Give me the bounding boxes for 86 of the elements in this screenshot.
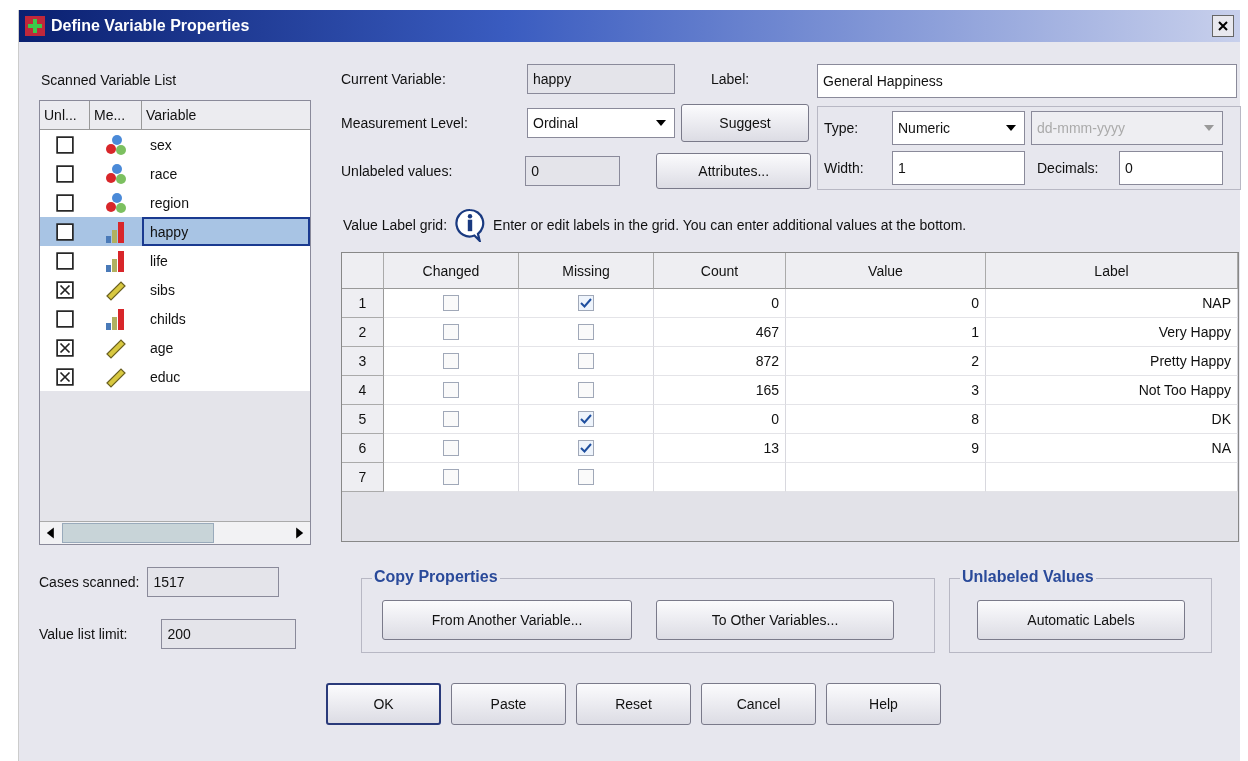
row-number: 5	[342, 405, 384, 434]
field-label: Unlabeled values:	[341, 163, 454, 179]
copy-button[interactable]: From Another Variable...	[382, 599, 632, 640]
balls-icon	[105, 133, 127, 156]
checkbox[interactable]	[578, 324, 594, 340]
row-number: 4	[342, 376, 384, 405]
info-icon	[455, 208, 486, 242]
row-number: 3	[342, 347, 384, 376]
field-label: Measurement Level:	[341, 115, 469, 131]
checkbox[interactable]	[578, 295, 594, 311]
cases-scanned-field[interactable]: 1517	[147, 567, 280, 597]
app-icon	[25, 16, 45, 36]
hint-text: Enter or edit labels in the grid. You can enter additional values at the bottom.	[493, 217, 967, 233]
list-title: Scanned Variable List	[41, 72, 178, 88]
window-title: Define Variable Properties	[51, 17, 250, 35]
unlabeled-values-field[interactable]: 0	[525, 156, 621, 186]
checkbox[interactable]	[56, 251, 74, 270]
caret-icon	[656, 120, 666, 126]
dialog-button[interactable]: Help	[826, 683, 941, 725]
checkbox[interactable]	[443, 353, 459, 369]
bar-chart-icon	[105, 307, 127, 330]
decimals-field[interactable]: 0	[1119, 151, 1223, 185]
checkbox[interactable]	[56, 338, 74, 357]
column-header: Count	[654, 253, 786, 289]
dialog-button[interactable]: Cancel	[701, 683, 816, 725]
checkbox[interactable]	[443, 382, 459, 398]
variable-item[interactable]: happy	[142, 217, 310, 246]
field-label: Width:	[824, 160, 865, 176]
checkbox[interactable]	[56, 222, 74, 241]
field-label: Value list limit:	[39, 626, 128, 642]
field-label: Decimals:	[1037, 160, 1100, 176]
checkbox[interactable]	[56, 193, 74, 212]
caret-icon	[1204, 125, 1214, 131]
dialog-button[interactable]: OK	[326, 683, 441, 725]
column-header: Label	[986, 253, 1238, 289]
checkbox[interactable]	[578, 469, 594, 485]
checkbox[interactable]	[578, 382, 594, 398]
balls-icon	[105, 162, 127, 185]
column-header[interactable]: Variable	[142, 101, 310, 129]
balls-icon	[105, 191, 127, 214]
attributes-button[interactable]: Attributes...	[656, 153, 811, 189]
value-list-limit-field[interactable]: 200	[161, 619, 297, 649]
close-button[interactable]	[1212, 15, 1234, 37]
bar-chart-icon	[105, 220, 127, 243]
caret-icon	[1006, 125, 1016, 131]
checkbox[interactable]	[56, 280, 74, 299]
column-header[interactable]: Unl...	[40, 101, 90, 129]
bar-chart-icon	[105, 249, 127, 272]
dialog-button[interactable]: Paste	[451, 683, 566, 725]
checkbox[interactable]	[578, 440, 594, 456]
field-label: Current Variable:	[341, 71, 447, 87]
checkbox[interactable]	[56, 309, 74, 328]
column-header: Value	[786, 253, 986, 289]
checkbox[interactable]	[578, 411, 594, 427]
field-label: Label:	[711, 71, 750, 87]
group-title: Copy Properties	[372, 568, 500, 586]
dialog-button[interactable]: Reset	[576, 683, 691, 725]
grid-label: Value Label grid:	[343, 217, 448, 233]
column-header: Missing	[519, 253, 654, 289]
width-field[interactable]: 1	[892, 151, 1025, 185]
checkbox[interactable]	[443, 440, 459, 456]
checkbox[interactable]	[443, 324, 459, 340]
row-number: 1	[342, 289, 384, 318]
suggest-button[interactable]: Suggest	[681, 104, 809, 142]
checkbox[interactable]	[56, 367, 74, 386]
current-variable-field[interactable]: happy	[527, 64, 675, 94]
field-label: Type:	[824, 120, 860, 136]
column-header: Changed	[384, 253, 519, 289]
label-field[interactable]: General Happiness	[817, 64, 1237, 98]
type-dropdown[interactable]: Numeric	[892, 111, 1025, 145]
checkbox[interactable]	[56, 135, 74, 154]
checkbox[interactable]	[443, 411, 459, 427]
row-number: 7	[342, 463, 384, 492]
checkbox[interactable]	[443, 295, 459, 311]
copy-button[interactable]: To Other Variables...	[656, 599, 894, 640]
row-number: 2	[342, 318, 384, 347]
close-icon	[1218, 21, 1228, 31]
checkbox[interactable]	[578, 353, 594, 369]
automatic-labels-button[interactable]: Automatic Labels	[977, 599, 1185, 640]
measurement-dropdown[interactable]: Ordinal	[527, 108, 675, 138]
checkbox[interactable]	[443, 469, 459, 485]
horizontal-scrollbar[interactable]	[40, 521, 310, 544]
checkbox[interactable]	[56, 164, 74, 183]
column-header[interactable]: Me...	[90, 101, 142, 129]
row-number: 6	[342, 434, 384, 463]
field-label: Cases scanned:	[39, 574, 140, 590]
